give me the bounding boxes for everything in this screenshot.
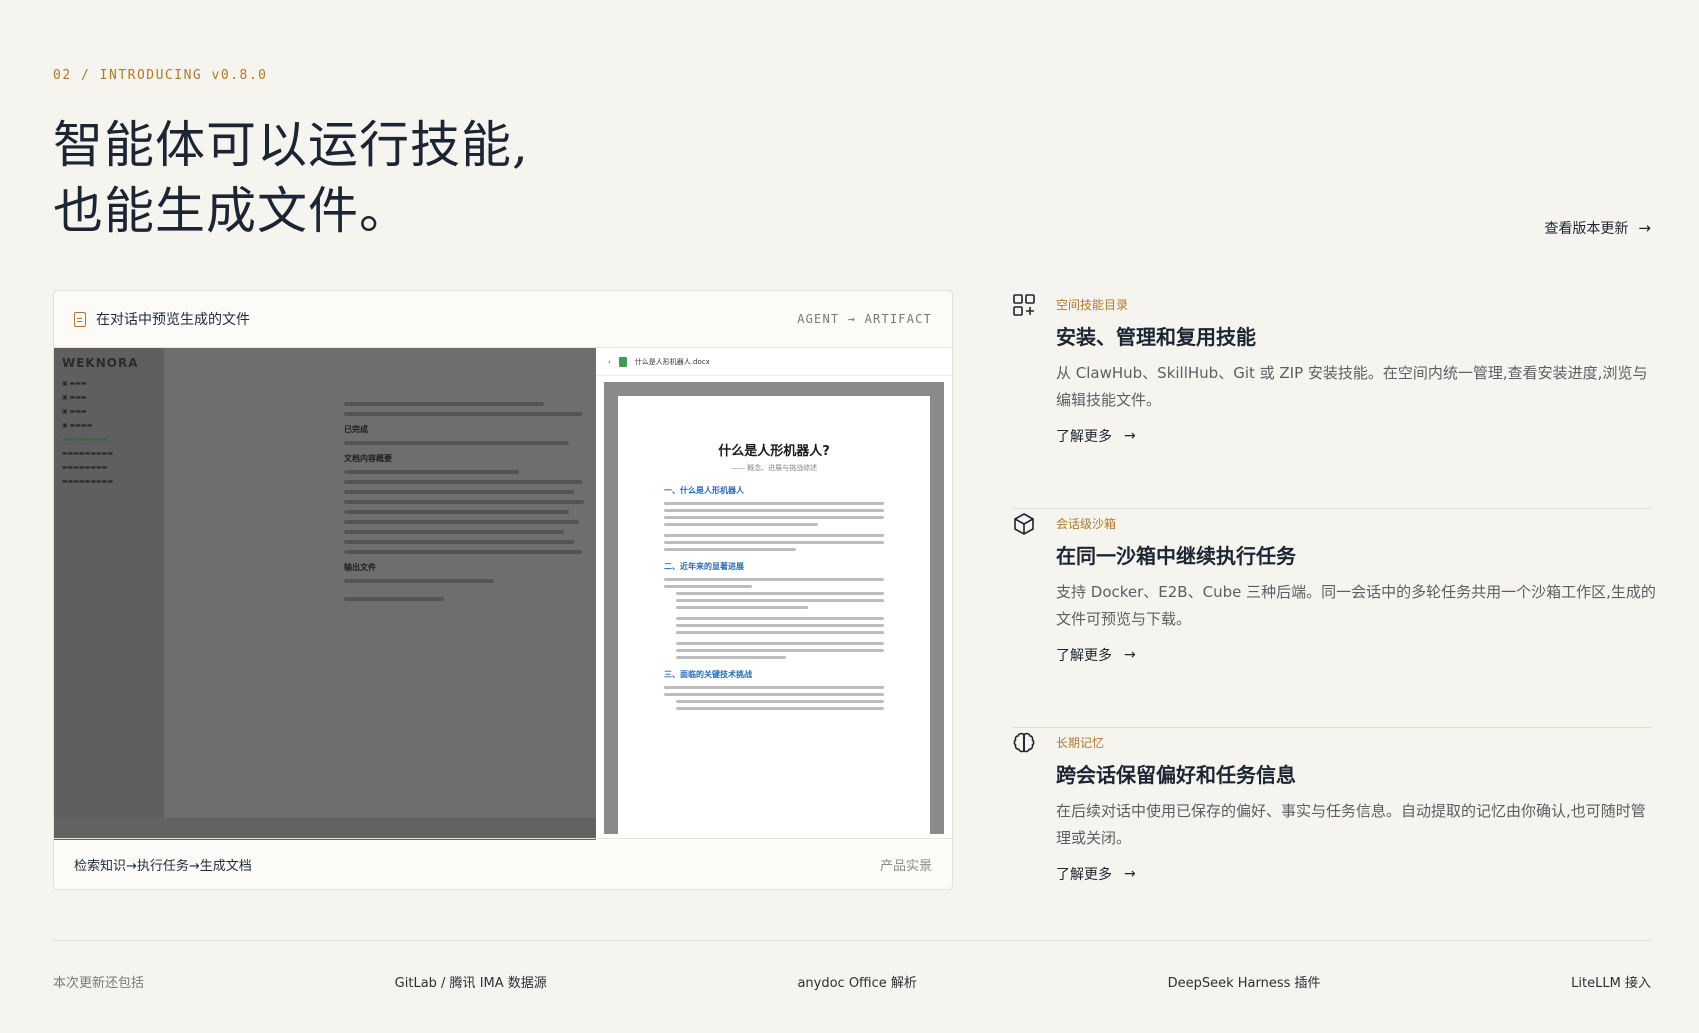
feature-tag: 会话级沙箱 [1056, 517, 1117, 531]
learn-more-label: 了解更多 [1056, 867, 1112, 883]
chat-heading: 输出文件 [344, 563, 376, 572]
learn-more-label: 了解更多 [1056, 648, 1112, 664]
hero-title-line-2: 也能生成文件。 [53, 182, 410, 240]
learn-more-link[interactable]: 了解更多 → [1056, 645, 1652, 665]
document-section-heading: 三、面临的关键技术挑战 [664, 670, 752, 679]
sidebar-item: ▣ ▬▬▬▬ [62, 422, 93, 429]
feature-description: 支持 Docker、E2B、Cube 三种后端。同一会话中的多轮任务共用一个沙箱… [1056, 583, 1656, 628]
document-section-heading: 一、什么是人形机器人 [664, 486, 744, 495]
feature-skills: 空间技能目录 安装、管理和复用技能 从 ClawHub、SkillHub、Git… [1012, 290, 1652, 509]
sidebar-item: ▣ ▬▬▬ [62, 408, 87, 415]
document-title: 什么是人形机器人? [718, 444, 830, 459]
feature-description: 在后续对话中使用已保存的偏好、事实与任务信息。自动提取的记忆由你确认,也可随时管… [1056, 802, 1646, 847]
sidebar-item: ▬▬▬▬▬▬▬▬▬ [62, 478, 114, 485]
sidebar-item: ▬▬▬▬▬▬▬▬▬ [62, 450, 114, 457]
product-screenshot: WEKNORA ▣ ▬▬▬ ▣ ▬▬▬ ▣ ▬▬▬ ▣ ▬▬▬▬ ▬▬▬▬▬▬▬… [54, 348, 952, 840]
document-filename: 什么是人形机器人.docx [634, 357, 710, 366]
grid-plus-icon [1013, 294, 1035, 316]
arrow-right-icon: → [1124, 866, 1136, 882]
release-notes-label: 查看版本更新 [1544, 221, 1629, 237]
learn-more-label: 了解更多 [1056, 429, 1112, 445]
feature-description: 从 ClawHub、SkillHub、Git 或 ZIP 安装技能。在空间内统一… [1056, 364, 1648, 409]
preview-card-footer: 检索知识→执行任务→生成文档 产品实景 [54, 838, 952, 889]
feature-memory: 长期记忆 跨会话保留偏好和任务信息 在后续对话中使用已保存的偏好、事实与任务信息… [1012, 728, 1652, 947]
sidebar-item: ▬▬▬▬▬▬▬▬ [62, 464, 108, 471]
workflow-caption: 检索知识→执行任务→生成文档 [74, 858, 252, 874]
learn-more-link[interactable]: 了解更多 → [1056, 864, 1652, 884]
sidebar-item-active: ▬▬▬▬▬▬▬▬ [62, 436, 108, 443]
document-preview-pane: ‹ 什么是人形机器人.docx 什么是人形机器人? —— 概念、进展与挑战综述 … [596, 348, 952, 840]
feature-tag: 空间技能目录 [1056, 298, 1129, 312]
document-icon [74, 311, 86, 327]
extras-item: GitLab / 腾讯 IMA 数据源 [394, 976, 547, 991]
document-subtitle: —— 概念、进展与挑战综述 [730, 464, 818, 472]
feature-list: 空间技能目录 安装、管理和复用技能 从 ClawHub、SkillHub、Git… [1012, 290, 1656, 947]
feature-title: 安装、管理和复用技能 [1056, 325, 1256, 349]
cube-icon [1014, 513, 1034, 535]
brain-icon [1013, 732, 1035, 753]
chevron-left-icon[interactable]: ‹ [608, 358, 611, 366]
document-section-heading: 二、近年来的显著进展 [664, 562, 744, 571]
section-divider [53, 940, 1651, 941]
feature-title: 在同一沙箱中继续执行任务 [1056, 544, 1296, 568]
eyebrow: 02 / INTRODUCING v0.8.0 [53, 68, 268, 83]
extras-lead: 本次更新还包括 [53, 976, 145, 991]
app-chat-pane: WEKNORA ▣ ▬▬▬ ▣ ▬▬▬ ▣ ▬▬▬ ▣ ▬▬▬▬ ▬▬▬▬▬▬▬… [54, 348, 596, 840]
document-viewer: 什么是人形机器人? —— 概念、进展与挑战综述 一、什么是人形机器人 二、近年来… [604, 382, 944, 834]
chat-transcript: 已完成 文档内容概要 输出文件 [344, 396, 594, 607]
learn-more-link[interactable]: 了解更多 → [1056, 426, 1652, 446]
preview-card-header: 在对话中预览生成的文件 AGENT → ARTIFACT [54, 291, 952, 348]
hero-title-line-1: 智能体可以运行技能, [53, 116, 529, 174]
product-caption: 产品实景 [879, 858, 932, 874]
extras-item: LiteLLM 接入 [1571, 976, 1651, 991]
chat-heading: 已完成 [344, 425, 368, 434]
app-bottom-bar [54, 818, 596, 840]
preview-card: 在对话中预览生成的文件 AGENT → ARTIFACT WEKNORA ▣ ▬… [53, 290, 953, 890]
feature-tag: 长期记忆 [1056, 736, 1105, 750]
feature-sandbox: 会话级沙箱 在同一沙箱中继续执行任务 支持 Docker、E2B、Cube 三种… [1012, 509, 1656, 728]
document-page: 什么是人形机器人? —— 概念、进展与挑战综述 一、什么是人形机器人 二、近年来… [618, 396, 930, 834]
sidebar-item: ▣ ▬▬▬ [62, 394, 87, 401]
app-sidebar: WEKNORA ▣ ▬▬▬ ▣ ▬▬▬ ▣ ▬▬▬ ▣ ▬▬▬▬ ▬▬▬▬▬▬▬… [54, 348, 164, 840]
app-logo: WEKNORA [62, 356, 139, 370]
docx-file-icon [618, 356, 627, 367]
document-preview-bar: ‹ 什么是人形机器人.docx [596, 348, 952, 376]
release-notes-link[interactable]: 查看版本更新 → [1544, 218, 1651, 238]
arrow-right-icon: → [1124, 428, 1136, 444]
hero-title: 智能体可以运行技能, 也能生成文件。 [53, 112, 529, 244]
feature-title: 跨会话保留偏好和任务信息 [1056, 763, 1296, 787]
release-extras: 本次更新还包括 GitLab / 腾讯 IMA 数据源 anydoc Offic… [53, 972, 1651, 991]
preview-card-tag: AGENT → ARTIFACT [797, 312, 932, 326]
extras-item: anydoc Office 解析 [797, 976, 917, 991]
preview-card-label: 在对话中预览生成的文件 [96, 312, 250, 328]
chat-heading: 文档内容概要 [344, 454, 392, 463]
sidebar-item: ▣ ▬▬▬ [62, 380, 87, 387]
arrow-right-icon: → [1124, 647, 1136, 663]
arrow-right-icon: → [1638, 219, 1651, 237]
extras-item: DeepSeek Harness 插件 [1167, 976, 1321, 991]
